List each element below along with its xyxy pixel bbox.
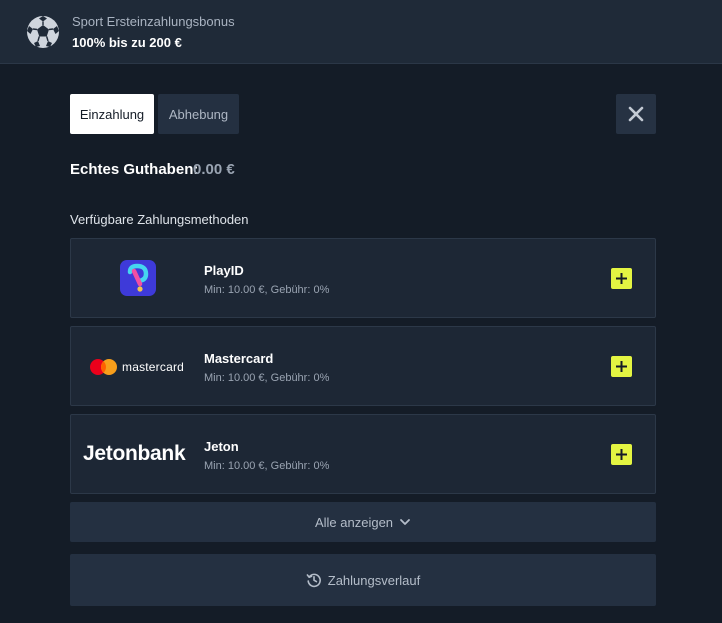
plus-icon (616, 273, 627, 284)
payment-methods-title: Verfügbare Zahlungsmethoden (70, 212, 249, 227)
mastercard-circles-icon (90, 359, 117, 375)
close-button[interactable] (616, 94, 656, 134)
payment-method-playid[interactable]: PlayID Min: 10.00 €, Gebühr: 0% (70, 238, 656, 318)
method-info: Min: 10.00 €, Gebühr: 0% (204, 372, 330, 384)
tab-withdrawal[interactable]: Abhebung (158, 94, 239, 134)
jetonbank-logo: Jetonbank (83, 442, 186, 465)
banner-subtitle: Sport Ersteinzahlungsbonus (72, 14, 235, 29)
close-icon (628, 106, 644, 122)
method-name: Jeton (204, 439, 239, 454)
mastercard-logo: mastercard (89, 357, 189, 377)
playid-logo (120, 260, 156, 296)
plus-icon (616, 449, 627, 460)
show-all-button[interactable]: Alle anzeigen (70, 502, 656, 542)
football-icon (27, 16, 59, 48)
show-all-label: Alle anzeigen (314, 514, 394, 530)
plus-icon (616, 361, 627, 372)
balance-value: 0.00 € (193, 161, 235, 178)
mastercard-logo-text: mastercard (122, 360, 185, 374)
method-name: Mastercard (204, 351, 274, 366)
payment-history-label: Zahlungsverlauf (327, 572, 421, 588)
history-icon (306, 573, 321, 588)
add-playid-button[interactable] (611, 268, 632, 289)
balance-label: Echtes Guthaben: (70, 161, 199, 178)
method-info: Min: 10.00 €, Gebühr: 0% (204, 460, 330, 472)
bonus-banner[interactable]: Sport Ersteinzahlungsbonus 100% bis zu 2… (0, 0, 722, 64)
payment-history-button[interactable]: Zahlungsverlauf (70, 554, 656, 606)
chevron-down-icon (400, 519, 410, 525)
tab-deposit[interactable]: Einzahlung (70, 94, 154, 134)
add-mastercard-button[interactable] (611, 356, 632, 377)
method-info: Min: 10.00 €, Gebühr: 0% (204, 284, 330, 296)
method-name: PlayID (204, 263, 244, 278)
payment-method-jeton[interactable]: Jetonbank Jeton Min: 10.00 €, Gebühr: 0% (70, 414, 656, 494)
payment-method-mastercard[interactable]: mastercard Mastercard Min: 10.00 €, Gebü… (70, 326, 656, 406)
banner-title: 100% bis zu 200 € (72, 35, 182, 50)
add-jeton-button[interactable] (611, 444, 632, 465)
playid-logo-icon (127, 263, 149, 292)
